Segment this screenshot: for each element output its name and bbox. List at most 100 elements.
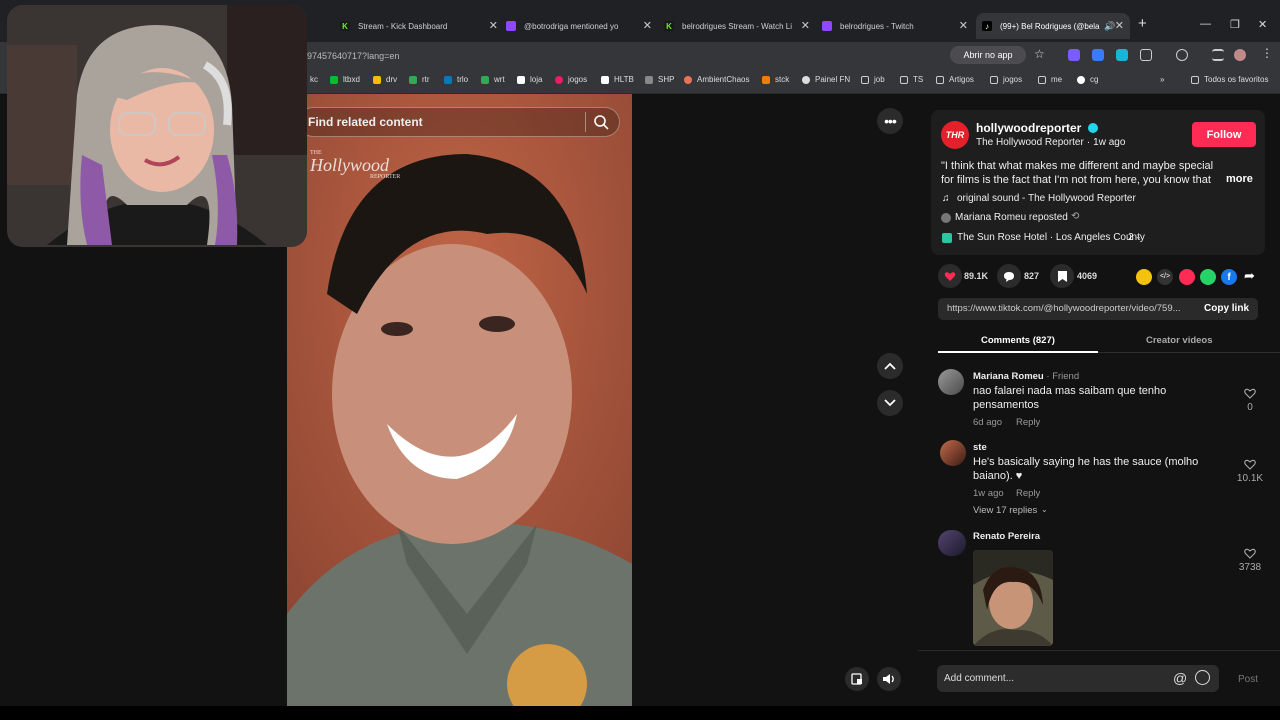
bookmark-folder[interactable]: jogos	[990, 75, 1022, 84]
tab-twitch[interactable]: belrodrigues - Twitch ✕	[822, 13, 968, 39]
save-button[interactable]	[1050, 264, 1074, 288]
caption-more-link[interactable]: more	[1226, 173, 1253, 185]
location-count[interactable]: 2	[1128, 232, 1134, 243]
bookmark-item[interactable]: loja	[517, 75, 542, 84]
kebab-menu-icon[interactable]: ⋮	[1261, 46, 1273, 60]
video-player[interactable]	[287, 94, 632, 706]
comment-image[interactable]	[973, 550, 1053, 646]
extension-icon[interactable]	[1068, 49, 1080, 61]
avatar[interactable]	[1234, 49, 1246, 61]
commenter-avatar[interactable]	[938, 530, 966, 556]
tab-kick-stream[interactable]: K belrodrigues Stream - Watch Li ✕	[664, 13, 810, 39]
comment-like-heart-icon[interactable]	[1244, 387, 1256, 399]
url-text[interactable]: 97457640717?lang=en	[307, 51, 399, 61]
bookmark-item[interactable]: AmbientChaos	[684, 75, 749, 84]
tab-comments[interactable]: Comments (827)	[981, 335, 1055, 346]
close-window-button[interactable]: ✕	[1258, 18, 1267, 31]
twitch-icon	[822, 21, 832, 31]
follow-button[interactable]: Follow	[1192, 122, 1256, 147]
search-icon[interactable]	[594, 115, 609, 130]
new-tab-button[interactable]: +	[1138, 15, 1147, 32]
star-icon[interactable]: ☆	[1034, 47, 1045, 61]
embed-icon[interactable]: </>	[1157, 269, 1173, 285]
active-tab-indicator	[938, 351, 1098, 353]
post-comment-button[interactable]: Post	[1238, 674, 1258, 685]
more-options-button[interactable]: •••	[877, 108, 903, 134]
comment-text: nao falarei nada mas saibam que tenho	[973, 385, 1167, 397]
creator-avatar[interactable]: THR	[941, 121, 969, 149]
bookmark-item[interactable]: cg	[1077, 75, 1098, 84]
hollywood-reporter-watermark: THE Hollywood REPORTER	[310, 150, 401, 180]
commenter-avatar[interactable]	[940, 440, 966, 466]
commenter-avatar[interactable]	[938, 369, 964, 395]
speaker-icon[interactable]: 🔊	[1104, 21, 1115, 32]
chevron-down-icon[interactable]: ⌄	[1135, 232, 1142, 241]
bookmark-folder[interactable]: TS	[900, 75, 923, 84]
chevron-double-right-icon[interactable]: »	[1160, 75, 1164, 84]
emoji-icon[interactable]	[1195, 670, 1210, 685]
bookmark-folder[interactable]: job	[861, 75, 885, 84]
volume-button[interactable]	[877, 667, 901, 691]
bookmark-item[interactable]: stck	[762, 75, 789, 84]
comment-like-heart-icon[interactable]	[1244, 547, 1256, 559]
location-link[interactable]: The Sun Rose Hotel · Los Angeles County	[957, 232, 1145, 243]
maximize-button[interactable]: ❐	[1230, 18, 1240, 31]
download-icon[interactable]	[1176, 49, 1188, 61]
extension-icon[interactable]	[1092, 49, 1104, 61]
bookmark-folder[interactable]: me	[1038, 75, 1062, 84]
bookmark-folder[interactable]: Artigos	[936, 75, 974, 84]
reply-button[interactable]: Reply	[1016, 488, 1040, 499]
share-link-text[interactable]: https://www.tiktok.com/@hollywoodreporte…	[947, 303, 1192, 314]
webcam-overlay	[7, 5, 307, 247]
close-icon[interactable]: ✕	[1115, 19, 1124, 32]
open-in-app-button[interactable]: Abrir no app	[950, 46, 1026, 64]
bookmark-item[interactable]: wrt	[481, 75, 505, 84]
search-placeholder: Find related content	[308, 115, 423, 129]
tab-kick-dashboard[interactable]: K Stream - Kick Dashboard ✕	[340, 13, 498, 39]
tab-tiktok[interactable]: ♪ (99+) Bel Rodrigues (@bela 🔊 ✕	[976, 13, 1130, 39]
commenter-name[interactable]: Renato Pereira	[973, 531, 1040, 542]
bookmark-item[interactable]: ltbxd	[330, 75, 360, 84]
copy-link-button[interactable]: Copy link	[1204, 303, 1249, 314]
send-icon[interactable]	[1179, 269, 1195, 285]
commenter-name[interactable]: Mariana Romeu · Friend	[973, 371, 1079, 382]
commenter-name[interactable]: ste	[973, 442, 987, 453]
close-icon[interactable]: ✕	[643, 19, 652, 32]
volume-icon	[883, 674, 894, 684]
bookmark-item[interactable]: HLTB	[601, 75, 634, 84]
next-video-button[interactable]	[877, 390, 903, 416]
sound-link[interactable]: original sound - The Hollywood Reporter	[957, 193, 1136, 204]
puzzle-icon[interactable]	[1140, 49, 1152, 61]
tab-creator-videos[interactable]: Creator videos	[1146, 335, 1213, 346]
creator-username[interactable]: hollywoodreporter	[976, 121, 1081, 135]
close-icon[interactable]: ✕	[489, 19, 498, 32]
bookmark-item[interactable]: trlo	[444, 75, 468, 84]
comment-like-heart-icon[interactable]	[1244, 458, 1256, 470]
facebook-icon[interactable]: f	[1221, 269, 1237, 285]
gift-coin-icon[interactable]	[1136, 269, 1152, 285]
close-icon[interactable]: ✕	[801, 19, 810, 32]
bookmark-item[interactable]: Painel FN	[802, 75, 850, 84]
picture-in-picture-button[interactable]	[845, 667, 869, 691]
extension-icon[interactable]	[1116, 49, 1128, 61]
whatsapp-icon[interactable]	[1200, 269, 1216, 285]
like-button[interactable]	[938, 264, 962, 288]
share-arrow-icon[interactable]: ➦	[1244, 268, 1255, 284]
bookmark-item[interactable]: jogos	[555, 75, 587, 84]
reply-button[interactable]: Reply	[1016, 417, 1040, 428]
minimize-button[interactable]: —	[1200, 18, 1211, 30]
previous-video-button[interactable]	[877, 353, 903, 379]
bookmark-item[interactable]: kc	[310, 75, 318, 84]
bookmark-item[interactable]: rtr	[409, 75, 430, 84]
chevron-down-icon[interactable]: ⌄	[1041, 505, 1048, 514]
mention-icon[interactable]: @	[1173, 670, 1187, 686]
bookmark-item[interactable]: SHP	[645, 75, 674, 84]
close-icon[interactable]: ✕	[959, 19, 968, 32]
view-replies-button[interactable]: View 17 replies	[973, 505, 1037, 516]
bottom-edge	[0, 706, 1280, 720]
menu-lines-icon[interactable]	[1212, 49, 1224, 61]
comment-button[interactable]	[997, 264, 1021, 288]
all-favorites-folder[interactable]: Todos os favoritos	[1191, 75, 1268, 84]
bookmark-item[interactable]: drv	[373, 75, 397, 84]
tab-twitch-mention[interactable]: @botrodriga mentioned yo ✕	[506, 13, 652, 39]
